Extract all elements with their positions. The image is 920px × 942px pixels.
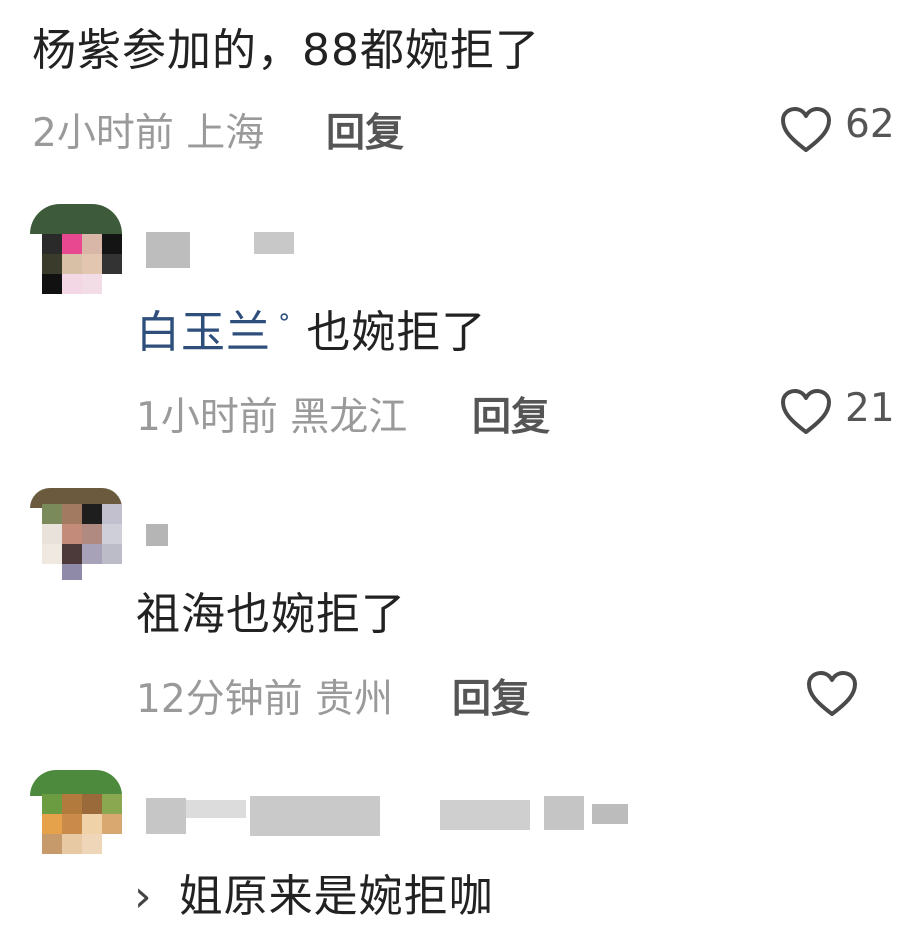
username-redacted [186, 800, 246, 818]
username-redacted [250, 796, 380, 836]
username-redacted [544, 796, 584, 830]
reply-button[interactable]: 回复 [472, 386, 550, 442]
username-redacted [146, 232, 190, 268]
reply-body: 姐原来是婉拒咖 [178, 871, 494, 922]
like-count: 21 [845, 386, 895, 431]
avatar[interactable] [30, 770, 122, 862]
username-redacted [146, 798, 186, 834]
avatar[interactable] [30, 204, 122, 296]
reply-text: 白玉兰 ⚬ 也婉拒了 [136, 296, 486, 360]
like-count: 62 [845, 102, 895, 147]
reply-body: 也婉拒了 [306, 307, 487, 358]
comment-meta: 2小时前 上海 [32, 111, 265, 156]
username-redacted [146, 524, 168, 546]
comment-text: 杨紫参加的，88都婉拒了 [32, 25, 540, 76]
reply-prefix: › [134, 871, 153, 922]
reply-button[interactable]: 回复 [452, 668, 530, 724]
reply-meta: 1小时前 黑龙江 [136, 395, 408, 440]
reply-button[interactable]: 回复 [326, 102, 404, 158]
heart-icon[interactable] [780, 106, 832, 154]
heart-icon[interactable] [780, 388, 832, 436]
heart-icon[interactable] [806, 670, 858, 718]
username-redacted [440, 800, 530, 830]
avatar[interactable] [30, 488, 122, 580]
username-redacted [592, 804, 628, 824]
reply-text: › 姐原来是婉拒咖 [134, 860, 494, 924]
username-redacted [254, 232, 294, 254]
reply-meta: 12分钟前 贵州 [136, 677, 394, 722]
mention-icon: ⚬ [275, 306, 295, 331]
mention-link[interactable]: 白玉兰 [136, 307, 271, 358]
reply-text: 祖海也婉拒了 [136, 589, 406, 640]
